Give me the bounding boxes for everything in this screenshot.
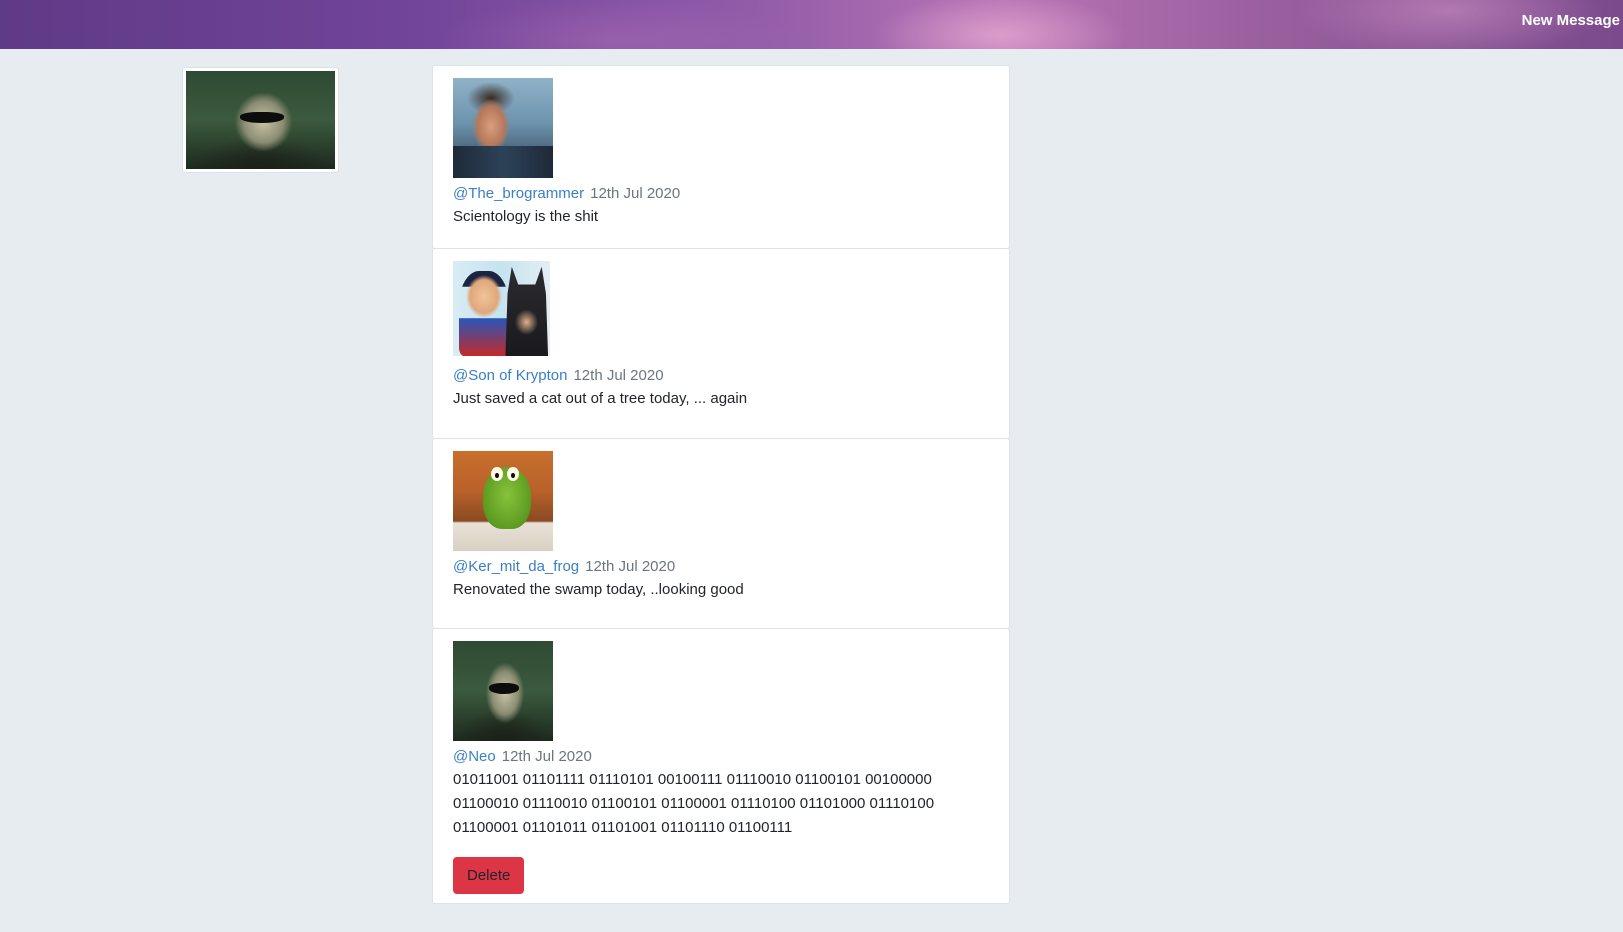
post-handle-link[interactable]: @Son of Krypton bbox=[453, 367, 567, 384]
post-text-line: 01011001 01101111 01110101 00100111 0111… bbox=[453, 771, 932, 788]
post-date: 12th Jul 2020 bbox=[590, 185, 681, 202]
delete-button[interactable]: Delete bbox=[453, 857, 525, 894]
post-meta: @Neo 12th Jul 2020 bbox=[453, 746, 990, 768]
post-text: 01011001 01101111 01110101 00100111 0111… bbox=[453, 768, 990, 840]
post-handle-link[interactable]: @Neo bbox=[453, 748, 496, 765]
feed-post: @Ker_mit_da_frog 12th Jul 2020 Renovated … bbox=[432, 438, 1010, 629]
new-message-link[interactable]: New Message bbox=[1522, 12, 1620, 29]
neo-avatar-icon[interactable] bbox=[186, 71, 335, 169]
top-navbar: New Message bbox=[0, 0, 1623, 49]
post-text: Scientology is the shit bbox=[453, 208, 599, 225]
post-text-line: 01100010 01110010 01100101 01100001 0111… bbox=[453, 795, 935, 812]
post-handle-link[interactable]: @The_brogrammer bbox=[453, 185, 584, 202]
post-meta: @The_brogrammer 12th Jul 2020 bbox=[453, 183, 990, 205]
feed-post: @Son of Krypton 12th Jul 2020 Just saved … bbox=[432, 248, 1010, 439]
post-date: 12th Jul 2020 bbox=[573, 367, 664, 384]
neo-avatar-icon[interactable] bbox=[453, 641, 553, 741]
post-text-line: 01100001 01101011 01101001 01101110 0110… bbox=[453, 819, 793, 836]
post-text: Just saved a cat out of a tree today, ..… bbox=[453, 390, 748, 407]
post-date: 12th Jul 2020 bbox=[501, 748, 592, 765]
kermit-avatar-icon[interactable] bbox=[453, 451, 553, 551]
feed-post: @Neo 12th Jul 2020 01011001 01101111 0111… bbox=[432, 628, 1010, 904]
post-date: 12th Jul 2020 bbox=[585, 558, 676, 575]
brogrammer-avatar-icon[interactable] bbox=[453, 78, 553, 178]
post-handle-link[interactable]: @Ker_mit_da_frog bbox=[453, 558, 579, 575]
profile-card bbox=[182, 67, 339, 173]
post-text: Renovated the swamp today, ..looking goo… bbox=[453, 581, 744, 598]
feed-post: @The_brogrammer 12th Jul 2020 Scientology… bbox=[432, 65, 1010, 249]
post-meta: @Son of Krypton 12th Jul 2020 bbox=[453, 365, 990, 387]
superman-batman-avatar-icon[interactable] bbox=[453, 261, 550, 356]
message-feed: @The_brogrammer 12th Jul 2020 Scientology… bbox=[432, 65, 1010, 904]
post-meta: @Ker_mit_da_frog 12th Jul 2020 bbox=[453, 556, 990, 578]
